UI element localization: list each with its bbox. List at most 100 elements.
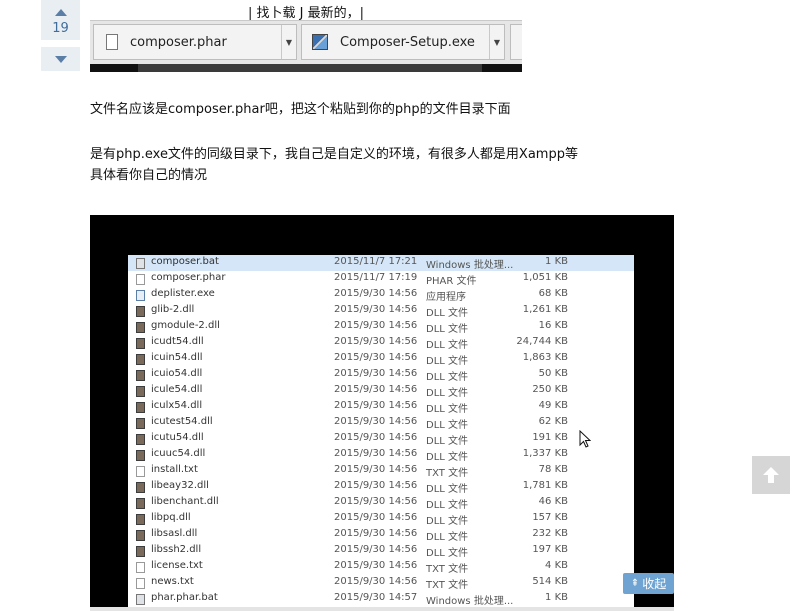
file-date: 2015/9/30 14:56 — [334, 400, 418, 411]
file-size: 514 KB — [532, 576, 568, 587]
file-type-icon — [136, 530, 145, 541]
file-date: 2015/11/7 17:21 — [334, 256, 418, 267]
file-row: icuin54.dll 2015/9/30 14:56 DLL 文件 1,863 KB — [128, 351, 634, 367]
file-type-icon — [136, 274, 145, 285]
file-type-icon — [136, 578, 145, 589]
file-size: 46 KB — [538, 496, 568, 507]
file-type: DLL 文件 — [426, 340, 469, 351]
file-type-icon — [136, 546, 145, 557]
file-size: 1,863 KB — [522, 352, 568, 363]
file-row: news.txt 2015/9/30 14:56 TXT 文件 514 KB — [128, 575, 634, 591]
file-type-icon — [136, 322, 145, 333]
download-filename: composer.phar — [130, 34, 227, 50]
file-row: phar.phar.bat 2015/9/30 14:57 Windows 批处理.… — [128, 591, 634, 607]
answer-image-explorer: composer.bat 2015/11/7 17:21 Windows 批处理..… — [90, 215, 674, 611]
file-type: DLL 文件 — [426, 308, 469, 319]
mouse-pointer-icon — [579, 430, 591, 448]
file-row: icuuc54.dll 2015/9/30 14:56 DLL 文件 1,337 KB — [128, 447, 634, 463]
file-type-icon — [136, 290, 145, 301]
file-date: 2015/9/30 14:56 — [334, 304, 418, 315]
file-size: 1,261 KB — [522, 304, 568, 315]
arrow-up-icon — [54, 8, 67, 16]
file-type: DLL 文件 — [426, 452, 469, 463]
file-type-icon — [136, 450, 145, 461]
file-type: DLL 文件 — [426, 404, 469, 415]
file-name: libssh2.dll — [151, 544, 202, 555]
file-name: icuin54.dll — [151, 352, 203, 363]
file-date: 2015/9/30 14:56 — [334, 464, 418, 475]
file-row: composer.bat 2015/11/7 17:21 Windows 批处理..… — [128, 255, 634, 271]
file-date: 2015/11/7 17:19 — [334, 272, 418, 283]
file-type-icon — [136, 338, 145, 349]
file-type: TXT 文件 — [426, 468, 469, 479]
download-bar: composer.phar ▼ Composer-Setup.exe ▼ — [90, 20, 522, 65]
upvote-button[interactable]: 19 — [41, 0, 80, 40]
file-type-icon — [136, 354, 145, 365]
file-type-icon — [136, 482, 145, 493]
file-type: DLL 文件 — [426, 548, 469, 559]
file-row: icutest54.dll 2015/9/30 14:56 DLL 文件 62 KB — [128, 415, 634, 431]
file-size: 1 KB — [545, 256, 568, 267]
answer-text-line: 是有php.exe文件的同级目录下，我自己是自定义的环境，有很多人都是用Xamp… — [90, 147, 578, 162]
file-type-icon — [136, 562, 145, 573]
file-row: icutu54.dll 2015/9/30 14:56 DLL 文件 191 KB — [128, 431, 634, 447]
file-name: libsasl.dll — [151, 528, 198, 539]
file-date: 2015/9/30 14:56 — [334, 496, 418, 507]
file-name: icule54.dll — [151, 384, 203, 395]
collapse-label: 收起 — [642, 577, 667, 591]
file-date: 2015/9/30 14:56 — [334, 288, 418, 299]
answer-text-line: 文件名应该是composer.phar吧，把这个粘贴到你的php的文件目录下面 — [90, 102, 511, 117]
file-date: 2015/9/30 14:56 — [334, 560, 418, 571]
file-type: DLL 文件 — [426, 484, 469, 495]
file-date: 2015/9/30 14:56 — [334, 512, 418, 523]
file-type-icon — [136, 498, 145, 509]
file-date: 2015/9/30 14:56 — [334, 448, 418, 459]
file-name: composer.bat — [151, 256, 219, 267]
file-name: news.txt — [151, 576, 194, 587]
file-size: 1,337 KB — [522, 448, 568, 459]
file-type: DLL 文件 — [426, 372, 469, 383]
file-row: icudt54.dll 2015/9/30 14:56 DLL 文件 24,744 K… — [128, 335, 634, 351]
collapse-icon: ⇞ — [630, 578, 640, 589]
file-name: composer.phar — [151, 272, 226, 283]
file-row: composer.phar 2015/11/7 17:19 PHAR 文件 1,051… — [128, 271, 634, 287]
file-row: license.txt 2015/9/30 14:56 TXT 文件 4 KB — [128, 559, 634, 575]
file-row: libeay32.dll 2015/9/30 14:56 DLL 文件 1,781 K… — [128, 479, 634, 495]
file-date: 2015/9/30 14:56 — [334, 480, 418, 491]
file-size: 24,744 KB — [516, 336, 568, 347]
collapse-button[interactable]: ⇞ 收起 — [623, 573, 674, 594]
file-date: 2015/9/30 14:56 — [334, 528, 418, 539]
downvote-button[interactable] — [41, 47, 80, 71]
file-row: install.txt 2015/9/30 14:56 TXT 文件 78 KB — [128, 463, 634, 479]
back-to-top-button[interactable] — [752, 456, 790, 494]
file-row: icule54.dll 2015/9/30 14:56 DLL 文件 250 KB — [128, 383, 634, 399]
file-name: icutest54.dll — [151, 416, 213, 427]
file-date: 2015/9/30 14:56 — [334, 336, 418, 347]
file-name: install.txt — [151, 464, 198, 475]
file-name: glib-2.dll — [151, 304, 195, 315]
file-name: libenchant.dll — [151, 496, 219, 507]
installer-icon — [312, 34, 328, 50]
file-size: 197 KB — [532, 544, 568, 555]
file-type: DLL 文件 — [426, 324, 469, 335]
file-size: 191 KB — [532, 432, 568, 443]
download-item-partial — [510, 24, 522, 60]
arrow-up-icon — [763, 467, 779, 475]
file-date: 2015/9/30 14:56 — [334, 384, 418, 395]
file-type: 应用程序 — [426, 292, 466, 303]
file-type-icon — [136, 434, 145, 445]
file-size: 4 KB — [545, 560, 568, 571]
file-type: TXT 文件 — [426, 580, 469, 591]
file-size: 157 KB — [532, 512, 568, 523]
file-date: 2015/9/30 14:56 — [334, 544, 418, 555]
image-bottom-edge — [90, 607, 674, 611]
file-date: 2015/9/30 14:56 — [334, 368, 418, 379]
download-item-composer-phar: composer.phar ▼ — [93, 24, 297, 60]
file-size: 62 KB — [538, 416, 568, 427]
file-date: 2015/9/30 14:56 — [334, 416, 418, 427]
file-date: 2015/9/30 14:56 — [334, 432, 418, 443]
file-size: 1,051 KB — [522, 272, 568, 283]
file-date: 2015/9/30 14:56 — [334, 352, 418, 363]
file-type: DLL 文件 — [426, 388, 469, 399]
answer-image-downloads: | 找卜载 J 最新的，| composer.phar ▼ Composer-S… — [90, 0, 522, 72]
